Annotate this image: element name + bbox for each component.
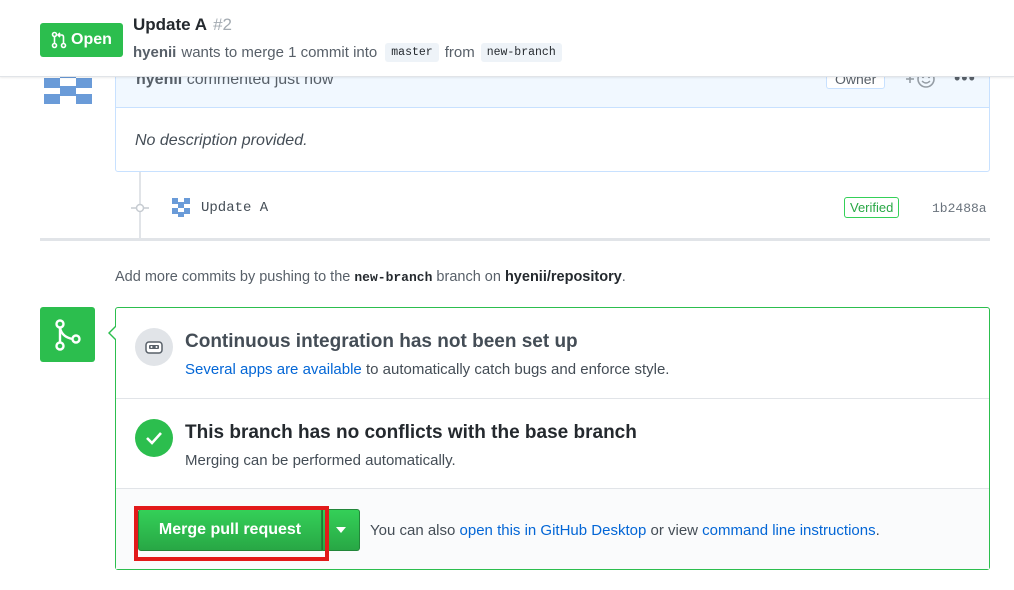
merge-status-icon-box [40, 307, 95, 362]
success-circle [135, 419, 173, 457]
git-pull-request-icon [51, 31, 67, 49]
pr-number: #2 [213, 15, 233, 34]
base-branch-ref[interactable]: master [385, 43, 439, 62]
pr-state-badge: Open [40, 23, 123, 57]
git-commit-icon [131, 203, 149, 213]
merge-pull-request-button[interactable]: Merge pull request [138, 509, 322, 551]
command-line-instructions-link[interactable]: command line instructions [702, 522, 875, 539]
pr-author-link[interactable]: hyenii [133, 44, 176, 61]
ci-status-section: Continuous integration has not been set … [116, 308, 989, 398]
verified-badge[interactable]: Verified [844, 197, 900, 218]
commit-sha-link[interactable]: 1b2488a [932, 201, 987, 216]
hint-suffix: . [875, 522, 880, 539]
ci-subtext-rest: to automatically catch bugs and enforce … [365, 361, 670, 378]
pr-meta-text: wants to merge 1 commit into [181, 44, 378, 61]
pr-state-label: Open [71, 31, 112, 48]
timeline-divider [40, 238, 990, 241]
conflict-status-section: This branch has no conflicts with the ba… [116, 398, 989, 488]
ci-status-circle [135, 328, 173, 366]
ci-subtext: Several apps are available to automatica… [185, 361, 669, 378]
git-merge-icon [54, 318, 81, 351]
triangle-down-icon [336, 527, 346, 533]
open-in-desktop-link[interactable]: open this in GitHub Desktop [460, 522, 647, 539]
push-hint-prefix: Add more commits by pushing to the [115, 269, 351, 285]
push-hint-branch: new-branch [354, 270, 433, 285]
conflict-subtext: Merging can be performed automatically. [185, 452, 456, 469]
pr-title: Update A #2 [133, 15, 232, 35]
push-hint: Add more commits by pushing to the new-b… [115, 269, 626, 285]
hint-middle: or view [650, 522, 698, 539]
hint-prefix: You can also [370, 522, 456, 539]
merge-box: Continuous integration has not been set … [115, 307, 990, 570]
robot-icon [145, 341, 163, 354]
comment-body: No description provided. [135, 132, 308, 149]
pr-title-text: Update A [133, 15, 207, 34]
head-branch-ref[interactable]: new-branch [480, 43, 562, 62]
merge-box-pointer-inner [110, 326, 117, 340]
ci-heading: Continuous integration has not been set … [185, 331, 578, 352]
merge-alternatives-hint: You can also open this in GitHub Desktop… [370, 522, 880, 539]
pr-meta: hyenii wants to merge 1 commit into mast… [133, 43, 568, 62]
push-hint-repo: hyenii/repository [504, 269, 622, 285]
commit-message-link[interactable]: Update A [201, 200, 268, 216]
check-icon [146, 432, 162, 445]
push-hint-suffix: . [621, 269, 626, 285]
commit-author-avatar[interactable] [170, 196, 192, 218]
sticky-pr-header: Open Update A #2 hyenii wants to merge 1… [0, 0, 1014, 77]
apps-available-link[interactable]: Several apps are available [185, 361, 362, 378]
pr-from-text: from [444, 44, 475, 61]
merge-action-section: Merge pull request You can also open thi… [116, 488, 989, 569]
conflict-heading: This branch has no conflicts with the ba… [185, 422, 637, 443]
push-hint-middle: branch on [436, 269, 501, 285]
merge-method-dropdown-button[interactable] [322, 509, 360, 551]
